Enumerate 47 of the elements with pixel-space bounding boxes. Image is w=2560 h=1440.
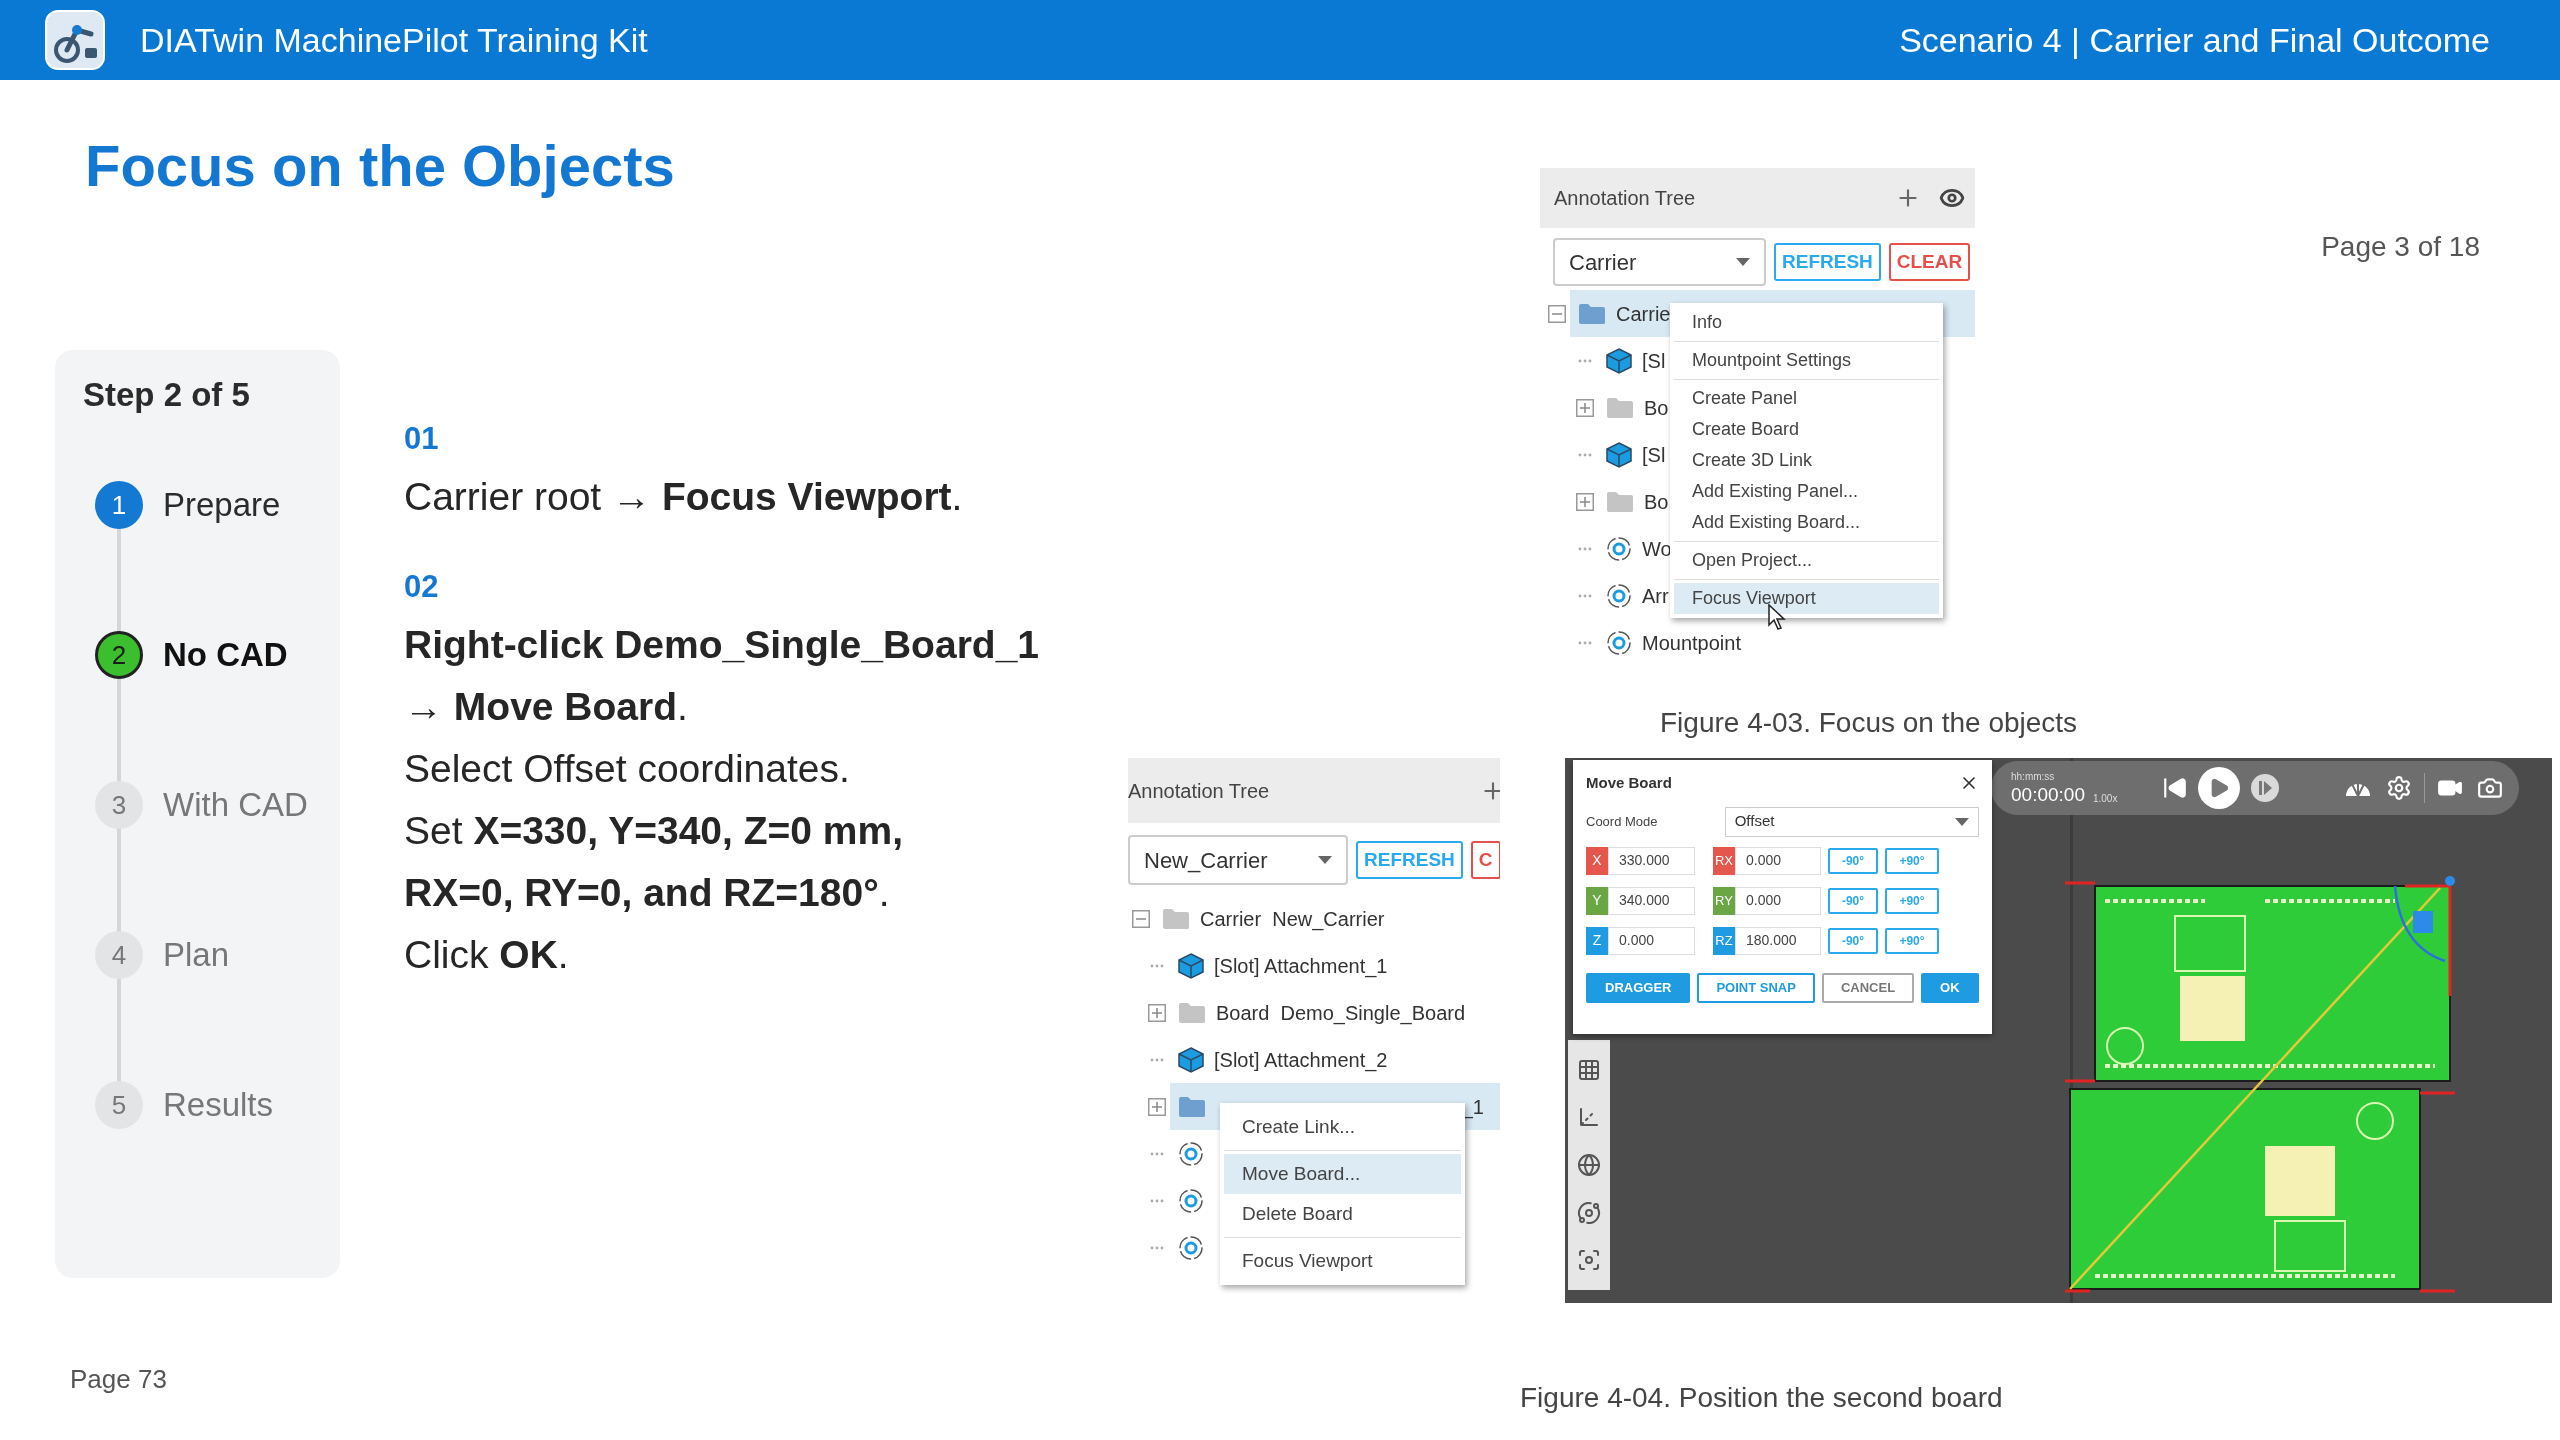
instruction-line: Select Offset coordinates. xyxy=(404,746,851,792)
tree-item-label: Arr xyxy=(1642,583,1669,609)
axis-tag: RZ xyxy=(1713,926,1735,955)
step-number: 4 xyxy=(95,931,143,979)
step-number: 5 xyxy=(95,1081,143,1129)
step-number: 3 xyxy=(95,781,143,829)
scenario-title: Scenario 4 | Carrier and Final Outcome xyxy=(1899,19,2490,61)
axis-tag: X xyxy=(1586,846,1608,875)
axis-tag: Y xyxy=(1586,886,1608,915)
tree-item-label: Carrier New_Carrier xyxy=(1200,906,1385,933)
coord-mode-label: Coord Mode xyxy=(1586,812,1659,831)
axis-tag: RX xyxy=(1713,846,1735,875)
tree-item-label: [Slot] Attachment_2 xyxy=(1214,1047,1388,1074)
step-number-label: 02 xyxy=(404,568,440,606)
instruction-line: Right-click Demo_Single_Board_1 xyxy=(404,622,1039,668)
tree-item-label: [Sl xyxy=(1642,348,1666,374)
instruction-line: → Move Board. xyxy=(404,684,689,730)
instruction-line: Carrier root → Focus Viewport. xyxy=(404,474,964,520)
tree-item-label: Bo xyxy=(1644,395,1669,421)
page-title: Focus on the Objects xyxy=(85,132,676,200)
tree-item-label: Carrie xyxy=(1616,301,1671,327)
step-number: 2 xyxy=(95,631,143,679)
instruction-line: Click OK. xyxy=(404,932,570,978)
tree-item-label: Mountpoint xyxy=(1642,630,1741,656)
tree-item-label: [Slot] Attachment_1 xyxy=(1214,953,1388,980)
page-number: Page 73 xyxy=(70,1363,168,1396)
step-number-label: 01 xyxy=(404,420,440,458)
step-number: 1 xyxy=(95,481,143,529)
time-format-label: hh:mm:ss xyxy=(2011,772,2056,782)
axis-tag: Z xyxy=(1586,926,1608,955)
figure-caption: Figure 4-04. Position the second board xyxy=(1520,1381,2004,1415)
instruction-line: Set X=330, Y=340, Z=0 mm, xyxy=(404,808,905,854)
tree-item-label: Board Demo_Single_Board xyxy=(1216,1000,1466,1027)
tree-item-label: Bo xyxy=(1644,489,1669,515)
tree-item-label: Wo xyxy=(1642,536,1672,562)
tree-item-label: [Sl xyxy=(1642,442,1666,468)
dialog-title: Move Board xyxy=(1586,773,1672,793)
figure-caption: Figure 4-03. Focus on the objects xyxy=(1660,706,2079,740)
panel-title: Annotation Tree xyxy=(1128,778,1270,804)
page-counter: Page 3 of 18 xyxy=(2321,230,2480,264)
instruction-line: RX=0, RY=0, and RZ=180°. xyxy=(404,870,891,916)
app-title: DIATwin MachinePilot Training Kit xyxy=(140,19,648,61)
axis-tag: RY xyxy=(1713,886,1735,915)
speed-label: 1.00x xyxy=(2092,794,2118,804)
panel-title: Annotation Tree xyxy=(1554,186,1696,211)
steps-heading: Step 2 of 5 xyxy=(83,375,251,415)
time-display: 00:00:00 xyxy=(2011,785,2085,804)
